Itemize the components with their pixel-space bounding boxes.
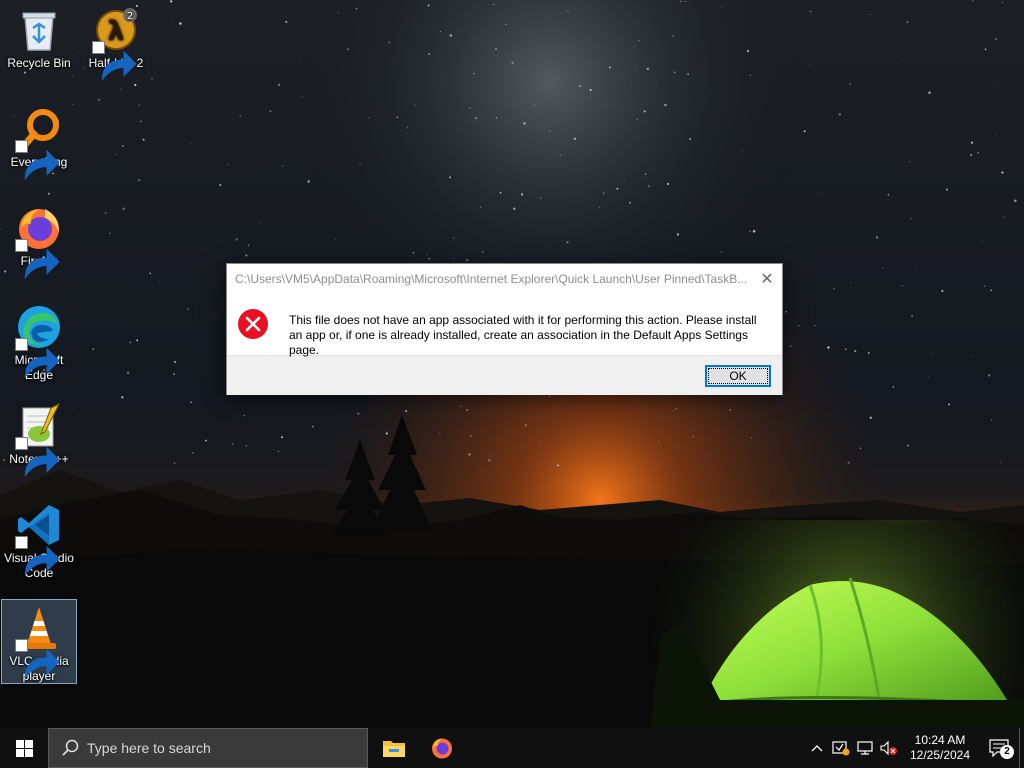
dialog-titlebar[interactable]: C:\Users\VM5\AppData\Roaming\Microsoft\I… bbox=[227, 264, 782, 294]
taskbar: 10:24 AM 12/25/2024 2 bbox=[0, 728, 1024, 768]
ok-button[interactable]: OK bbox=[705, 364, 771, 387]
dialog-body: This file does not have an app associate… bbox=[227, 294, 782, 357]
tray-security[interactable] bbox=[829, 728, 853, 768]
shortcut-arrow-icon bbox=[15, 536, 60, 577]
error-dialog: C:\Users\VM5\AppData\Roaming\Microsoft\I… bbox=[226, 263, 783, 395]
svg-text:2: 2 bbox=[127, 11, 133, 22]
network-icon bbox=[857, 741, 873, 755]
tray-network[interactable] bbox=[853, 728, 877, 768]
shortcut-arrow-icon bbox=[15, 239, 60, 280]
taskbar-clock[interactable]: 10:24 AM 12/25/2024 bbox=[901, 728, 979, 768]
shortcut-arrow-icon bbox=[15, 140, 60, 181]
desktop-icon-recycle-bin[interactable]: Recycle Bin bbox=[1, 2, 77, 71]
dialog-footer: OK bbox=[227, 355, 782, 395]
desktop-icon-everything[interactable]: Everything bbox=[1, 101, 77, 181]
taskbar-file-explorer[interactable] bbox=[370, 728, 418, 768]
volume-muted-icon bbox=[880, 740, 897, 756]
desktop-icon-label: Recycle Bin bbox=[7, 56, 71, 70]
desktop-icon-vlc-media-player[interactable]: VLC media player bbox=[1, 599, 77, 684]
search-input[interactable] bbox=[87, 740, 347, 756]
show-desktop-button[interactable] bbox=[1019, 728, 1024, 768]
tray-volume[interactable] bbox=[877, 728, 901, 768]
windows-logo-icon bbox=[15, 739, 33, 757]
shortcut-arrow-icon bbox=[15, 338, 60, 379]
file-explorer-icon bbox=[383, 741, 405, 757]
security-icon bbox=[832, 741, 850, 756]
firefox-icon bbox=[432, 738, 452, 759]
notification-count-badge: 2 bbox=[1000, 745, 1014, 759]
show-hidden-icons-button[interactable] bbox=[805, 728, 829, 768]
clock-date: 12/25/2024 bbox=[909, 748, 971, 762]
recycle-bin-icon bbox=[22, 12, 56, 51]
clock-time: 10:24 AM bbox=[914, 733, 966, 747]
taskbar-firefox[interactable] bbox=[418, 728, 466, 768]
chevron-up-icon bbox=[811, 745, 823, 752]
taskbar-search-box[interactable] bbox=[48, 728, 368, 768]
error-icon bbox=[238, 309, 268, 339]
shortcut-arrow-icon bbox=[15, 437, 60, 478]
system-tray: 10:24 AM 12/25/2024 2 bbox=[805, 728, 1024, 768]
desktop-icon-visual-studio-code[interactable]: Visual Studio Code bbox=[1, 497, 77, 581]
action-center-button[interactable]: 2 bbox=[979, 728, 1019, 768]
start-button[interactable] bbox=[0, 728, 48, 768]
desktop-icon-microsoft-edge[interactable]: Microsoft Edge bbox=[1, 299, 77, 383]
shortcut-arrow-icon bbox=[15, 639, 60, 680]
search-icon bbox=[62, 739, 79, 756]
dialog-message: This file does not have an app associate… bbox=[289, 313, 757, 357]
desktop-icon-notepad-plus-plus[interactable]: Notepad++ bbox=[1, 398, 77, 478]
close-button[interactable]: ✕ bbox=[752, 264, 782, 294]
desktop-icon-firefox[interactable]: Firefox bbox=[1, 200, 77, 280]
dialog-title: C:\Users\VM5\AppData\Roaming\Microsoft\I… bbox=[235, 272, 748, 286]
shortcut-arrow-icon bbox=[92, 41, 137, 82]
desktop-icon-half-life-2[interactable]: λ 2 Half-Life 2 bbox=[78, 2, 154, 82]
